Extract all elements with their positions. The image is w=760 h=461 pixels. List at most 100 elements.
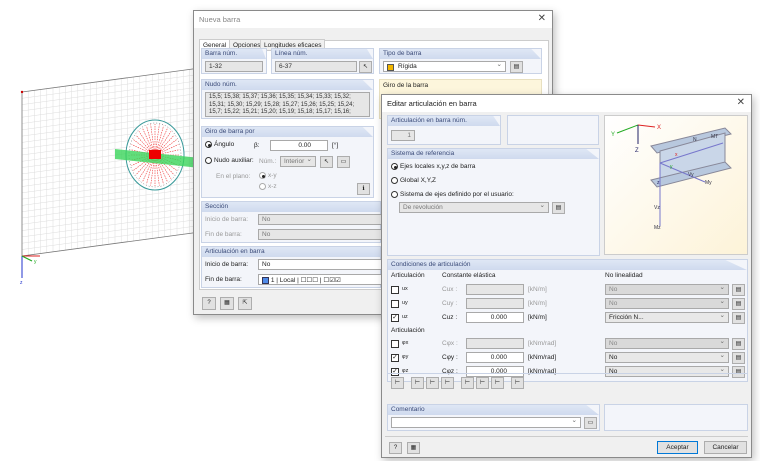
new-node-button[interactable]: ▭: [337, 156, 350, 168]
seccion-inicio-field[interactable]: No: [258, 214, 382, 225]
nonlinearity-select[interactable]: No: [605, 298, 729, 309]
edit-system-button[interactable]: ▤: [552, 202, 565, 214]
art-inicio-field[interactable]: No: [258, 259, 382, 270]
angulo-radio[interactable]: Ángulo: [205, 141, 234, 148]
user-system-radio[interactable]: Sistema de ejes definido por el usuario:: [391, 191, 514, 198]
plane-xz-radio[interactable]: x-z: [259, 183, 277, 190]
dialog-title: Editar articulación en barra: [382, 95, 751, 112]
edit-nonlinearity-button[interactable]: ▤: [732, 338, 745, 350]
aceptar-button[interactable]: Aceptar: [657, 441, 698, 454]
help-button[interactable]: ?: [389, 442, 402, 454]
unit-label: [kNm/rad]: [528, 340, 557, 347]
beta-label: β:: [254, 142, 260, 149]
edit-nonlinearity-button[interactable]: ▤: [732, 352, 745, 364]
barra-num-group: Barra núm. 1-32: [201, 48, 267, 74]
spring-constant-label: Cux :: [442, 286, 458, 293]
mesh-line: [21, 200, 200, 225]
model-viewport[interactable]: y z: [0, 0, 200, 300]
hinge-checkbox[interactable]: ✓: [391, 354, 399, 362]
hinge-preset-button[interactable]: ⊢: [476, 377, 489, 389]
comment-library-button[interactable]: ▭: [584, 417, 597, 429]
nudo-num-field[interactable]: 15,5; 15,38; 15,37; 15,36; 15,35; 15,34;…: [205, 92, 370, 117]
hinge-preset-button[interactable]: ⊢: [391, 377, 404, 389]
svg-text:Vy: Vy: [688, 172, 694, 178]
hinge-checkbox[interactable]: [391, 300, 399, 308]
hinge-preset-button[interactable]: ⊢: [441, 377, 454, 389]
dialog-title: Nueva barra: [194, 11, 552, 28]
hinge-preset-button[interactable]: ⊢: [426, 377, 439, 389]
nonlinearity-select[interactable]: No: [605, 338, 729, 349]
pick-node-button[interactable]: ↖: [320, 156, 333, 168]
spring-constant-input[interactable]: 0.000: [466, 366, 524, 377]
spring-constant-label: Cφy :: [442, 354, 458, 361]
hinge-checkbox[interactable]: ✓: [391, 314, 399, 322]
condiciones-group: Condiciones de articulación Articulación…: [387, 259, 748, 389]
mesh-line: [21, 206, 200, 231]
mesh-line: [21, 225, 200, 250]
info-button[interactable]: ℹ: [357, 183, 370, 195]
spring-constant-input[interactable]: [466, 298, 524, 309]
en-plano-label: En el plano:: [216, 173, 251, 180]
hinge-preset-button[interactable]: ⊢: [511, 377, 524, 389]
nonlinearity-select[interactable]: No: [605, 352, 729, 363]
hinge-preset-button[interactable]: ⊢: [411, 377, 424, 389]
articulacion-group: Articulación en barra Inicio de barra: N…: [201, 246, 382, 288]
edit-nonlinearity-button[interactable]: ▤: [732, 312, 745, 324]
edit-tipo-button[interactable]: ▤: [510, 61, 523, 73]
hinge-checkbox[interactable]: [391, 286, 399, 294]
units-button[interactable]: ▦: [220, 297, 234, 310]
tipo-barra-select[interactable]: Rígida: [383, 61, 506, 72]
view-button[interactable]: ⇱: [238, 297, 252, 310]
help-button[interactable]: ?: [202, 297, 216, 310]
group-label: Articulación en barra núm.: [388, 116, 500, 126]
close-icon[interactable]: ✕: [538, 13, 546, 24]
num-group: Articulación en barra núm. 1: [387, 115, 501, 145]
svg-text:X: X: [657, 125, 661, 131]
blank-group: [604, 404, 748, 431]
articulacion-num-field[interactable]: 1: [391, 130, 415, 141]
nonlinearity-select[interactable]: No: [605, 284, 729, 295]
barra-num-field[interactable]: 1-32: [205, 61, 263, 72]
unit-label: [kN/m]: [528, 314, 547, 321]
mesh-line: [21, 92, 200, 118]
hinge-checkbox[interactable]: ✓: [391, 368, 399, 376]
seccion-fin-field[interactable]: No: [258, 229, 382, 240]
close-icon[interactable]: ✕: [737, 97, 745, 108]
comentario-group: Comentario ▭: [387, 404, 600, 431]
global-radio[interactable]: Global X,Y,Z: [391, 177, 436, 184]
dof-label: φy: [402, 354, 409, 360]
hinge-preset-button[interactable]: ⊢: [461, 377, 474, 389]
plane-xy-radio[interactable]: x-y: [259, 172, 277, 179]
edit-nonlinearity-button[interactable]: ▤: [732, 284, 745, 296]
linea-num-field[interactable]: 6-37: [275, 61, 357, 72]
hinge-preset-button[interactable]: ⊢: [491, 377, 504, 389]
nudo-aux-radio[interactable]: Nudo auxiliar:: [205, 157, 254, 164]
comentario-input[interactable]: [391, 417, 581, 428]
spring-constant-input[interactable]: [466, 284, 524, 295]
spring-constant-input[interactable]: [466, 338, 524, 349]
num-select[interactable]: Interior: [280, 156, 316, 167]
unit-label: [kNm/rad]: [528, 354, 557, 361]
pick-line-button[interactable]: ↖: [359, 61, 372, 73]
spring-constant-input[interactable]: 0.000: [466, 312, 524, 323]
nonlinearity-select[interactable]: Fricción N...: [605, 312, 729, 323]
user-system-select[interactable]: De revolución: [399, 202, 549, 213]
spring-constant-input[interactable]: 0.000: [466, 352, 524, 363]
nonlinearity-select[interactable]: No: [605, 366, 729, 377]
spring-constant-label: Cφx :: [442, 340, 458, 347]
ejes-locales-radio[interactable]: Ejes locales x,y,z de barra: [391, 163, 475, 170]
spring-constant-label: Cuy :: [442, 300, 458, 307]
col-constante: Constante elástica: [442, 272, 496, 279]
axes-illustration: X Y Z x y z N MT Vy My Vz Mz: [604, 115, 748, 255]
tipo-barra-group: Tipo de barra Rígida ▤: [379, 48, 542, 74]
hinge-checkbox[interactable]: [391, 340, 399, 348]
axis-y-label: y: [34, 259, 37, 265]
group-label: Nudo núm.: [202, 80, 373, 90]
art-fin-field[interactable]: 1 | Local | ☐☐☐ | ☐☑☑: [258, 274, 382, 285]
edit-nonlinearity-button[interactable]: ▤: [732, 366, 745, 378]
beta-input[interactable]: 0.00: [270, 140, 328, 151]
cancelar-button[interactable]: Cancelar: [704, 441, 747, 454]
units-button[interactable]: ▦: [407, 442, 420, 454]
edit-nonlinearity-button[interactable]: ▤: [732, 298, 745, 310]
dof-label: uz: [402, 314, 408, 320]
